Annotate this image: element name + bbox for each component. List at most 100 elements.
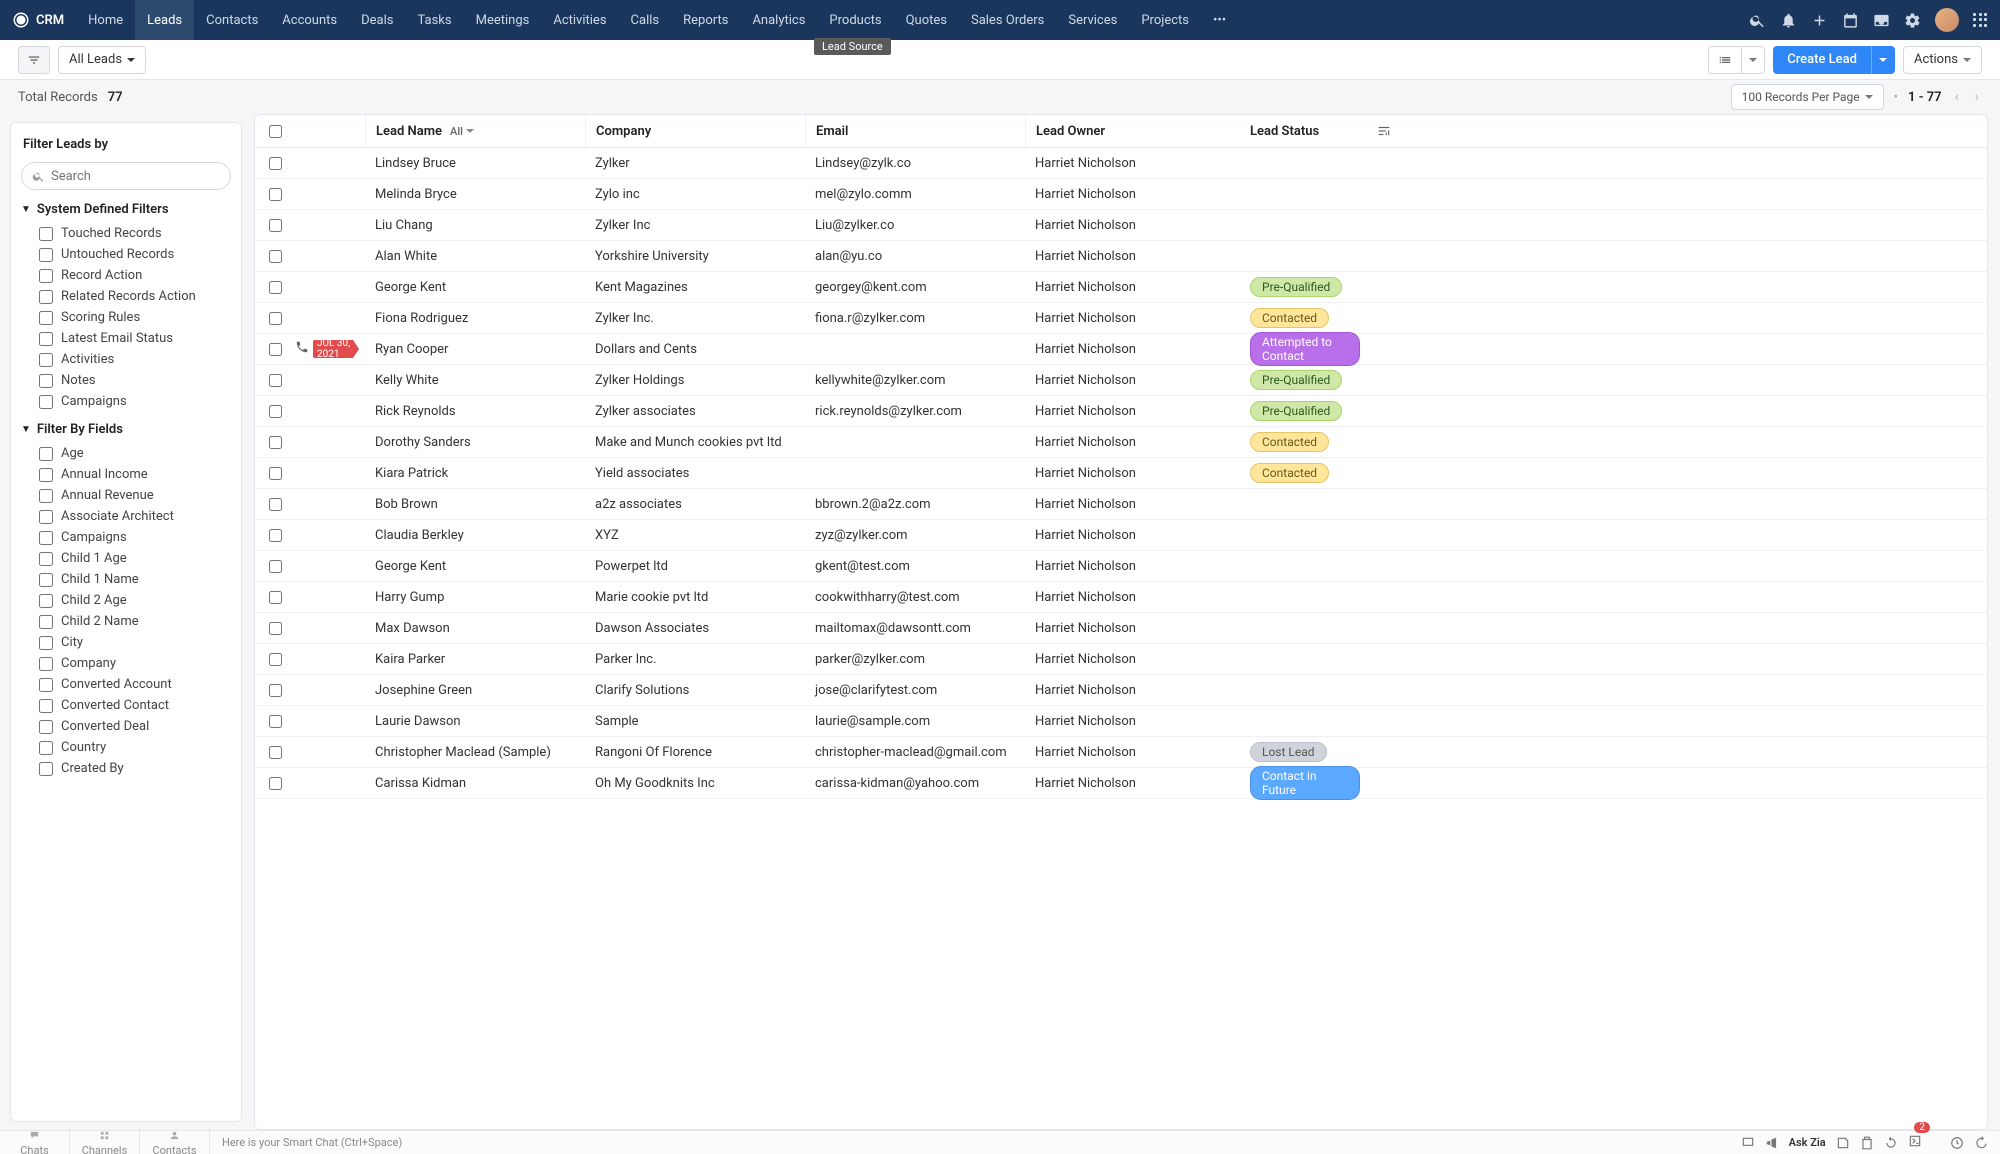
col-header-name[interactable]: Lead NameAll — [365, 115, 585, 147]
avatar[interactable] — [1935, 8, 1959, 32]
table-row[interactable]: Josephine GreenClarify Solutionsjose@cla… — [255, 675, 1987, 706]
row-checkbox[interactable] — [269, 250, 282, 263]
filter-search-input[interactable] — [51, 169, 220, 184]
create-lead-button[interactable]: Create Lead — [1773, 46, 1871, 74]
table-row[interactable]: George KentPowerpet ltdgkent@test.comHar… — [255, 551, 1987, 582]
row-checkbox[interactable] — [269, 219, 282, 232]
apps-icon[interactable] — [1973, 13, 1988, 28]
nav-item-reports[interactable]: Reports — [671, 0, 740, 40]
calendar-icon[interactable] — [1842, 12, 1859, 29]
group-filter-fields[interactable]: ▼Filter By Fields — [21, 422, 231, 437]
col-header-status[interactable]: Lead Status — [1240, 115, 1370, 147]
filter-checkbox[interactable] — [39, 741, 53, 755]
row-checkbox[interactable] — [269, 467, 282, 480]
prev-page-icon[interactable]: ‹ — [1952, 89, 1962, 105]
filter-checkbox[interactable] — [39, 353, 53, 367]
filter-item[interactable]: Scoring Rules — [21, 307, 231, 328]
row-checkbox[interactable] — [269, 343, 282, 356]
row-checkbox[interactable] — [269, 591, 282, 604]
list-toggle-caret[interactable] — [1741, 46, 1765, 74]
filter-checkbox[interactable] — [39, 636, 53, 650]
filter-checkbox[interactable] — [39, 720, 53, 734]
table-row[interactable]: Alan WhiteYorkshire Universityalan@yu.co… — [255, 241, 1987, 272]
filter-item[interactable]: Notes — [21, 370, 231, 391]
inbox-icon[interactable] — [1873, 12, 1890, 29]
table-row[interactable]: Dorothy SandersMake and Munch cookies pv… — [255, 427, 1987, 458]
filter-checkbox[interactable] — [39, 447, 53, 461]
next-page-icon[interactable]: › — [1972, 89, 1982, 105]
filter-button[interactable] — [18, 46, 50, 74]
table-row[interactable]: Harry GumpMarie cookie pvt ltdcookwithha… — [255, 582, 1987, 613]
row-checkbox[interactable] — [269, 436, 282, 449]
row-checkbox[interactable] — [269, 653, 282, 666]
create-lead-dropdown[interactable] — [1871, 46, 1895, 74]
brand-logo[interactable]: CRM — [12, 11, 64, 29]
filter-item[interactable]: Campaigns — [21, 527, 231, 548]
nav-item-leads[interactable]: Leads — [135, 0, 194, 40]
gear-icon[interactable] — [1904, 12, 1921, 29]
filter-item[interactable]: Child 1 Age — [21, 548, 231, 569]
nav-item-analytics[interactable]: Analytics — [740, 0, 817, 40]
group-system-filters[interactable]: ▼System Defined Filters — [21, 202, 231, 217]
filter-checkbox[interactable] — [39, 248, 53, 262]
table-row[interactable]: Rick ReynoldsZylker associatesrick.reyno… — [255, 396, 1987, 427]
col-header-company[interactable]: Company — [585, 115, 805, 147]
nav-item-activities[interactable]: Activities — [541, 0, 618, 40]
filter-checkbox[interactable] — [39, 395, 53, 409]
nav-item-meetings[interactable]: Meetings — [464, 0, 542, 40]
row-checkbox[interactable] — [269, 777, 282, 790]
table-row[interactable]: Max DawsonDawson Associatesmailtomax@daw… — [255, 613, 1987, 644]
list-icon[interactable] — [1708, 46, 1741, 74]
bottom-tab-chats[interactable]: Chats — [0, 1128, 70, 1154]
filter-item[interactable]: Untouched Records — [21, 244, 231, 265]
filter-checkbox[interactable] — [39, 332, 53, 346]
filter-item[interactable]: Touched Records — [21, 223, 231, 244]
filter-checkbox[interactable] — [39, 552, 53, 566]
table-row[interactable]: Kiara PatrickYield associatesHarriet Nic… — [255, 458, 1987, 489]
filter-checkbox[interactable] — [39, 573, 53, 587]
nav-item-accounts[interactable]: Accounts — [270, 0, 349, 40]
table-row[interactable]: Kaira ParkerParker Inc.parker@zylker.com… — [255, 644, 1987, 675]
nav-item-sales-orders[interactable]: Sales Orders — [959, 0, 1056, 40]
filter-item[interactable]: Record Action — [21, 265, 231, 286]
filter-item[interactable]: Latest Email Status — [21, 328, 231, 349]
filter-checkbox[interactable] — [39, 699, 53, 713]
filter-checkbox[interactable] — [39, 678, 53, 692]
filter-checkbox[interactable] — [39, 489, 53, 503]
actions-dropdown[interactable]: Actions — [1903, 46, 1982, 74]
table-row[interactable]: JUL 30, 2021Ryan CooperDollars and Cents… — [255, 334, 1987, 365]
nav-item-quotes[interactable]: Quotes — [894, 0, 959, 40]
history-icon[interactable] — [1974, 1136, 1988, 1150]
filter-checkbox[interactable] — [39, 311, 53, 325]
nav-item-tasks[interactable]: Tasks — [405, 0, 463, 40]
view-dropdown[interactable]: All Leads — [58, 46, 146, 74]
filter-checkbox[interactable] — [39, 374, 53, 388]
filter-item[interactable]: Related Records Action — [21, 286, 231, 307]
filter-item[interactable]: Child 1 Name — [21, 569, 231, 590]
nav-more-icon[interactable]: ••• — [1201, 0, 1238, 40]
nav-item-products[interactable]: Products — [817, 0, 893, 40]
row-checkbox[interactable] — [269, 622, 282, 635]
col-header-email[interactable]: Email — [805, 115, 1025, 147]
search-icon[interactable] — [1749, 12, 1766, 29]
table-row[interactable]: Liu ChangZylker IncLiu@zylker.coHarriet … — [255, 210, 1987, 241]
filter-item[interactable]: Annual Revenue — [21, 485, 231, 506]
row-checkbox[interactable] — [269, 560, 282, 573]
table-row[interactable]: Kelly WhiteZylker Holdingskellywhite@zyl… — [255, 365, 1987, 396]
nav-item-calls[interactable]: Calls — [619, 0, 672, 40]
column-settings-icon[interactable] — [1370, 115, 1398, 147]
row-checkbox[interactable] — [269, 529, 282, 542]
table-row[interactable]: Lindsey BruceZylkerLindsey@zylk.coHarrie… — [255, 148, 1987, 179]
bell-icon[interactable] — [1780, 12, 1797, 29]
name-filter-all[interactable]: All — [450, 125, 474, 138]
table-row[interactable]: Christopher Maclead (Sample)Rangoni Of F… — [255, 737, 1987, 768]
filter-checkbox[interactable] — [39, 615, 53, 629]
table-row[interactable]: Laurie DawsonSamplelaurie@sample.comHarr… — [255, 706, 1987, 737]
screen-icon[interactable] — [1741, 1136, 1755, 1150]
bottom-tab-contacts[interactable]: Contacts — [140, 1128, 210, 1154]
bottom-tab-channels[interactable]: Channels — [70, 1128, 140, 1154]
table-row[interactable]: Fiona RodriguezZylker Inc.fiona.r@zylker… — [255, 303, 1987, 334]
table-row[interactable]: George KentKent Magazinesgeorgey@kent.co… — [255, 272, 1987, 303]
row-checkbox[interactable] — [269, 188, 282, 201]
row-checkbox[interactable] — [269, 157, 282, 170]
